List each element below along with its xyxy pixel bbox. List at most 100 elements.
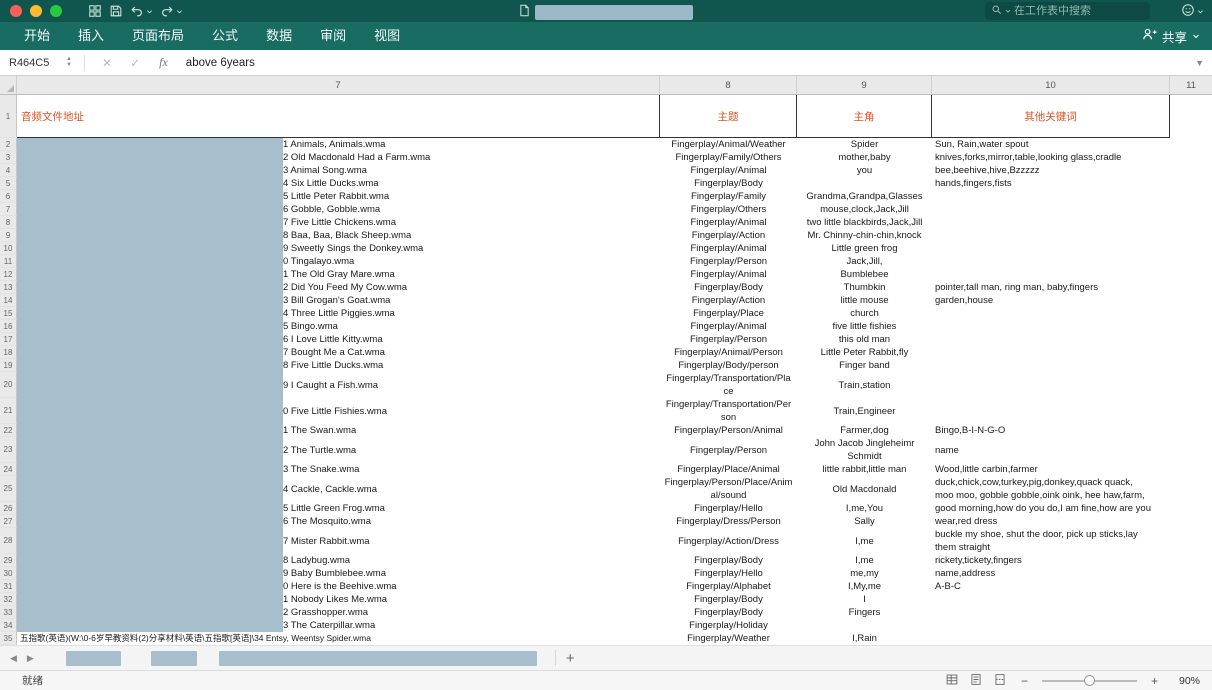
page-break-view-icon[interactable] (993, 673, 1007, 689)
cell-keywords[interactable] (932, 333, 1170, 346)
cell-theme[interactable]: Fingerplay/Body (660, 606, 797, 619)
cell-theme[interactable]: Fingerplay/Action (660, 229, 797, 242)
row-header[interactable]: 6 (0, 190, 17, 203)
row-header[interactable]: 26 (0, 502, 17, 515)
cell-role[interactable]: Spider (797, 138, 932, 151)
cell-role[interactable]: mother,baby (797, 151, 932, 164)
cell-keywords[interactable] (932, 359, 1170, 372)
cell-role[interactable]: Jack,Jill, (797, 255, 932, 268)
cell-keywords[interactable]: bee,beehive,hive,Bzzzzz (932, 164, 1170, 177)
cell-empty[interactable] (1170, 281, 1212, 294)
cell-theme[interactable]: Fingerplay/Transportation/Pla ce (660, 372, 797, 398)
cell-theme[interactable]: Fingerplay/Alphabet (660, 580, 797, 593)
undo-icon[interactable] (130, 4, 153, 18)
row-header[interactable]: 9 (0, 229, 17, 242)
cell-keywords[interactable]: wear,red dress (932, 515, 1170, 528)
sheet-tab-redacted[interactable] (218, 650, 537, 666)
search-input[interactable] (1014, 5, 1124, 17)
row-header[interactable]: 29 (0, 554, 17, 567)
cell-empty[interactable] (1170, 424, 1212, 437)
cell-role[interactable]: I,me (797, 528, 932, 554)
cell-theme[interactable]: Fingerplay/Animal (660, 164, 797, 177)
row-header[interactable]: 25 (0, 476, 17, 502)
row-header[interactable]: 15 (0, 307, 17, 320)
cell-empty[interactable] (1170, 151, 1212, 164)
row-header[interactable]: 19 (0, 359, 17, 372)
cell-theme[interactable]: Fingerplay/Action/Dress (660, 528, 797, 554)
row-header[interactable]: 30 (0, 567, 17, 580)
cell-theme[interactable]: Fingerplay/Family/Others (660, 151, 797, 164)
cell-theme[interactable]: Fingerplay/Transportation/Per son (660, 398, 797, 424)
share-button[interactable]: 共享 (1142, 22, 1200, 50)
cell-role[interactable]: mouse,clock,Jack,Jill (797, 203, 932, 216)
row-header[interactable]: 14 (0, 294, 17, 307)
row-header[interactable]: 27 (0, 515, 17, 528)
row-header[interactable]: 35 (0, 632, 17, 645)
tab-formulas[interactable]: 公式 (198, 22, 252, 50)
cell-empty[interactable] (1170, 294, 1212, 307)
cell-empty[interactable] (1170, 177, 1212, 190)
cell-theme[interactable]: Fingerplay/Family (660, 190, 797, 203)
cell-empty[interactable] (1170, 307, 1212, 320)
cell-empty[interactable] (1170, 463, 1212, 476)
cell-role[interactable]: I (797, 593, 932, 606)
row-header[interactable]: 8 (0, 216, 17, 229)
cell-theme[interactable]: Fingerplay/Person (660, 333, 797, 346)
cell-theme[interactable]: Fingerplay/Animal (660, 242, 797, 255)
prev-sheet-icon[interactable]: ◀ (10, 653, 17, 664)
cell-theme[interactable]: Fingerplay/Animal (660, 320, 797, 333)
row-header[interactable]: 12 (0, 268, 17, 281)
cell-role[interactable]: Finger band (797, 359, 932, 372)
cell-audio-path-header[interactable]: 音频文件地址 (17, 95, 660, 138)
cell-theme[interactable]: Fingerplay/Body (660, 554, 797, 567)
redo-icon[interactable] (160, 4, 183, 18)
cell-theme[interactable]: Fingerplay/Others (660, 203, 797, 216)
cell-theme[interactable]: Fingerplay/Body (660, 593, 797, 606)
cell-keywords[interactable]: knives,forks,mirror,table,looking glass,… (932, 151, 1170, 164)
cell-role[interactable]: Train,station (797, 372, 932, 398)
row-header[interactable]: 34 (0, 619, 17, 632)
row-header[interactable]: 33 (0, 606, 17, 619)
cell-empty[interactable] (1170, 255, 1212, 268)
cell-theme[interactable]: Fingerplay/Place (660, 307, 797, 320)
row-header[interactable]: 28 (0, 528, 17, 554)
cell-empty[interactable] (1170, 229, 1212, 242)
cell-role[interactable] (797, 177, 932, 190)
cell-keywords[interactable] (932, 242, 1170, 255)
row-header[interactable]: 18 (0, 346, 17, 359)
expand-formula-bar-icon[interactable]: ▼ (1195, 58, 1204, 68)
cell-keywords[interactable]: buckle my shoe, shut the door, pick up s… (932, 528, 1170, 554)
cell-role[interactable] (797, 619, 932, 632)
cell-empty[interactable] (1170, 95, 1212, 138)
cell-keywords[interactable]: hands,fingers,fists (932, 177, 1170, 190)
cell-theme[interactable]: Fingerplay/Action (660, 294, 797, 307)
cell-empty[interactable] (1170, 359, 1212, 372)
name-box-stepper[interactable]: ▲ ▼ (62, 56, 76, 68)
cell-role[interactable]: Little Peter Rabbit,fly (797, 346, 932, 359)
cell-theme[interactable]: Fingerplay/Hello (660, 567, 797, 580)
cell-empty[interactable] (1170, 346, 1212, 359)
cell-role[interactable]: church (797, 307, 932, 320)
minimize-window-button[interactable] (30, 5, 42, 17)
cell-keywords[interactable]: A-B-C (932, 580, 1170, 593)
cell-empty[interactable] (1170, 502, 1212, 515)
cell-empty[interactable] (1170, 190, 1212, 203)
workbook-search[interactable] (985, 2, 1150, 20)
cell-theme[interactable]: Fingerplay/Body (660, 281, 797, 294)
cell-keywords[interactable] (932, 593, 1170, 606)
tab-page-layout[interactable]: 页面布局 (118, 22, 198, 50)
cell-keywords[interactable] (932, 216, 1170, 229)
cell-role[interactable]: Mr. Chinny-chin-chin,knock (797, 229, 932, 242)
sheet-tab-redacted[interactable] (65, 650, 121, 666)
add-sheet-button[interactable]: + (566, 650, 575, 667)
save-icon[interactable] (109, 4, 123, 18)
cell-theme[interactable]: Fingerplay/Hello (660, 502, 797, 515)
cell-role[interactable]: Sally (797, 515, 932, 528)
grid-view-icon[interactable] (88, 4, 102, 18)
tab-data[interactable]: 数据 (252, 22, 306, 50)
cell-keywords[interactable] (932, 606, 1170, 619)
row-header[interactable]: 5 (0, 177, 17, 190)
row-header[interactable]: 2 (0, 138, 17, 151)
cell-keywords[interactable] (932, 268, 1170, 281)
row-header[interactable]: 23 (0, 437, 17, 463)
